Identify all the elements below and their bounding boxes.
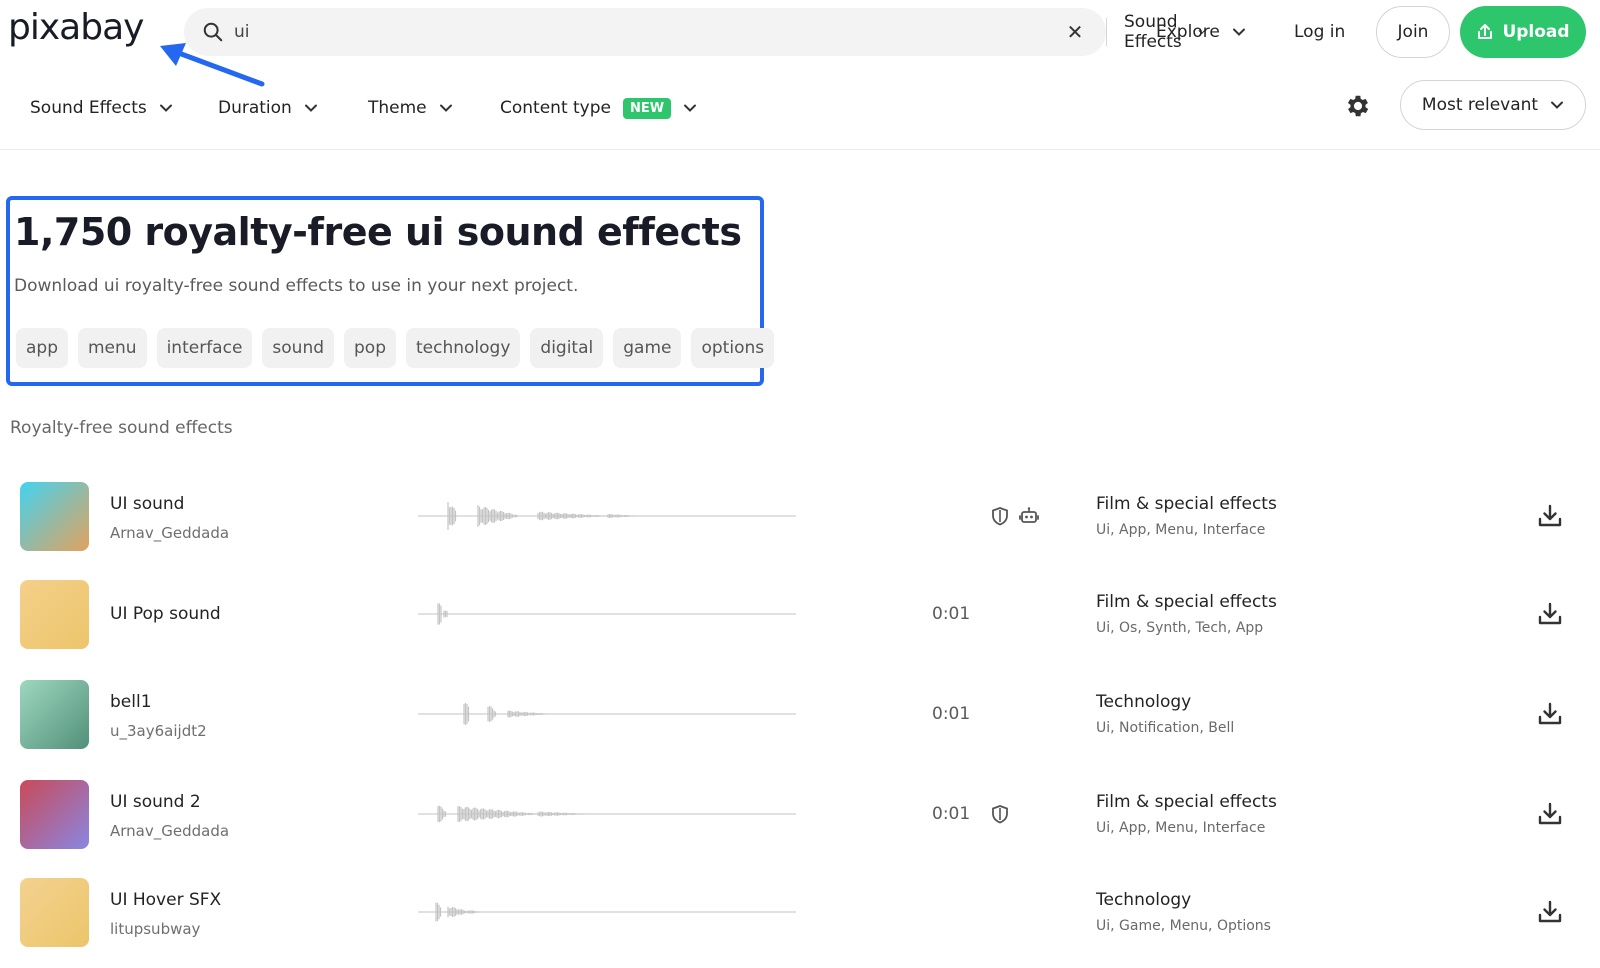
tag-options[interactable]: options: [691, 328, 775, 368]
explore-menu[interactable]: Explore: [1156, 16, 1246, 48]
sound-author[interactable]: u_3ay6aijdt2: [110, 722, 207, 740]
related-tags: app menu interface sound pop technology …: [16, 328, 775, 368]
search-bar: ✕ Sound Effects: [184, 8, 1206, 56]
thumbnail[interactable]: [20, 482, 89, 551]
explore-label: Explore: [1156, 22, 1220, 42]
pixabay-logo[interactable]: pixabay: [8, 8, 144, 48]
sort-label: Most relevant: [1421, 95, 1539, 115]
sound-duration: 0:01: [932, 804, 971, 824]
tag-sound[interactable]: sound: [262, 328, 335, 368]
results-heading-box: 1,750 royalty-free ui sound effects Down…: [6, 196, 775, 386]
filter-bar: Sound Effects Duration Theme Content typ…: [0, 80, 1600, 150]
sound-author[interactable]: litupsubway: [110, 920, 200, 938]
duration-filter-label: Duration: [218, 98, 292, 118]
sound-category[interactable]: Film & special effects: [1096, 494, 1277, 514]
new-badge: NEW: [623, 97, 672, 119]
sound-duration: 0:01: [932, 604, 971, 624]
tag-interface[interactable]: interface: [156, 328, 253, 368]
upload-label: Upload: [1502, 22, 1570, 42]
sound-title[interactable]: UI sound 2: [110, 792, 201, 812]
download-icon[interactable]: [1536, 502, 1564, 530]
login-link[interactable]: Log in: [1294, 16, 1345, 48]
waveform[interactable]: [418, 594, 796, 634]
download-icon[interactable]: [1536, 898, 1564, 926]
sound-title[interactable]: bell1: [110, 692, 152, 712]
thumbnail[interactable]: [20, 680, 89, 749]
duration-filter[interactable]: Duration: [218, 92, 318, 124]
upload-icon: [1478, 24, 1493, 39]
sound-author[interactable]: Arnav_Geddada: [110, 524, 229, 542]
sound-title[interactable]: UI Hover SFX: [110, 890, 221, 910]
sound-author[interactable]: Arnav_Geddada: [110, 822, 229, 840]
tag-app[interactable]: app: [16, 328, 68, 368]
join-button[interactable]: Join: [1376, 6, 1450, 58]
sound-category[interactable]: Technology: [1096, 890, 1191, 910]
chevron-down-icon: [159, 104, 172, 112]
sound-category[interactable]: Film & special effects: [1096, 792, 1277, 812]
thumbnail[interactable]: [20, 580, 89, 649]
list-item: UI Hover SFX litupsubway Technology Ui, …: [0, 862, 1600, 962]
shield-icon: [992, 507, 1008, 526]
chevron-down-icon: [1232, 28, 1245, 36]
thumbnail[interactable]: [20, 878, 89, 947]
download-icon[interactable]: [1536, 700, 1564, 728]
tag-pop[interactable]: pop: [344, 328, 396, 368]
waveform[interactable]: [418, 496, 796, 536]
list-item: bell1 u_3ay6aijdt2 0:01 Technology Ui, N…: [0, 664, 1600, 764]
waveform[interactable]: [418, 794, 796, 834]
sound-keywords: Ui, App, Menu, Interface: [1096, 522, 1266, 538]
theme-filter[interactable]: Theme: [368, 92, 453, 124]
thumbnail[interactable]: [20, 780, 89, 849]
page-subtitle: Download ui royalty-free sound effects t…: [14, 276, 579, 296]
chevron-down-icon: [304, 104, 317, 112]
download-icon[interactable]: [1536, 600, 1564, 628]
sound-duration: 0:01: [932, 704, 971, 724]
category-filter-label: Sound Effects: [30, 98, 147, 118]
waveform[interactable]: [418, 892, 796, 932]
section-label: Royalty-free sound effects: [10, 418, 233, 438]
gear-icon[interactable]: [1344, 92, 1372, 120]
chevron-down-icon: [1551, 101, 1564, 109]
tag-menu[interactable]: menu: [78, 328, 147, 368]
sound-category[interactable]: Film & special effects: [1096, 592, 1277, 612]
theme-filter-label: Theme: [368, 98, 427, 118]
chevron-down-icon: [684, 104, 697, 112]
category-filter[interactable]: Sound Effects: [30, 92, 173, 124]
list-item: UI sound Arnav_Geddada Film & special ef…: [0, 466, 1600, 566]
clear-search-icon[interactable]: ✕: [1062, 19, 1088, 45]
search-input[interactable]: [234, 18, 794, 46]
top-bar: pixabay ✕ Sound Effects Explore Log in J…: [0, 0, 1600, 87]
sound-keywords: Ui, Os, Synth, Tech, App: [1096, 620, 1264, 636]
search-divider: [1106, 18, 1107, 46]
search-icon[interactable]: [202, 21, 224, 43]
sound-keywords: Ui, App, Menu, Interface: [1096, 820, 1266, 836]
content-type-filter[interactable]: Content type NEW: [500, 92, 697, 124]
tag-technology[interactable]: technology: [406, 328, 521, 368]
list-item: UI sound 2 Arnav_Geddada 0:01 Film & spe…: [0, 764, 1600, 864]
list-item: UI Pop sound 0:01 Film & special effects…: [0, 564, 1600, 664]
tag-game[interactable]: game: [613, 328, 682, 368]
download-icon[interactable]: [1536, 800, 1564, 828]
sound-title[interactable]: UI Pop sound: [110, 604, 221, 624]
shield-icon: [992, 805, 1008, 824]
sound-title[interactable]: UI sound: [110, 494, 184, 514]
sound-keywords: Ui, Notification, Bell: [1096, 720, 1235, 736]
upload-button[interactable]: Upload: [1460, 6, 1586, 58]
waveform[interactable]: [418, 694, 796, 734]
sound-keywords: Ui, Game, Menu, Options: [1096, 918, 1271, 934]
tag-digital[interactable]: digital: [530, 328, 604, 368]
sort-select[interactable]: Most relevant: [1400, 80, 1586, 130]
chevron-down-icon: [439, 104, 452, 112]
robot-icon: [1019, 507, 1039, 523]
sound-category[interactable]: Technology: [1096, 692, 1191, 712]
page-title: 1,750 royalty-free ui sound effects: [14, 210, 742, 254]
content-type-filter-label: Content type: [500, 98, 611, 118]
